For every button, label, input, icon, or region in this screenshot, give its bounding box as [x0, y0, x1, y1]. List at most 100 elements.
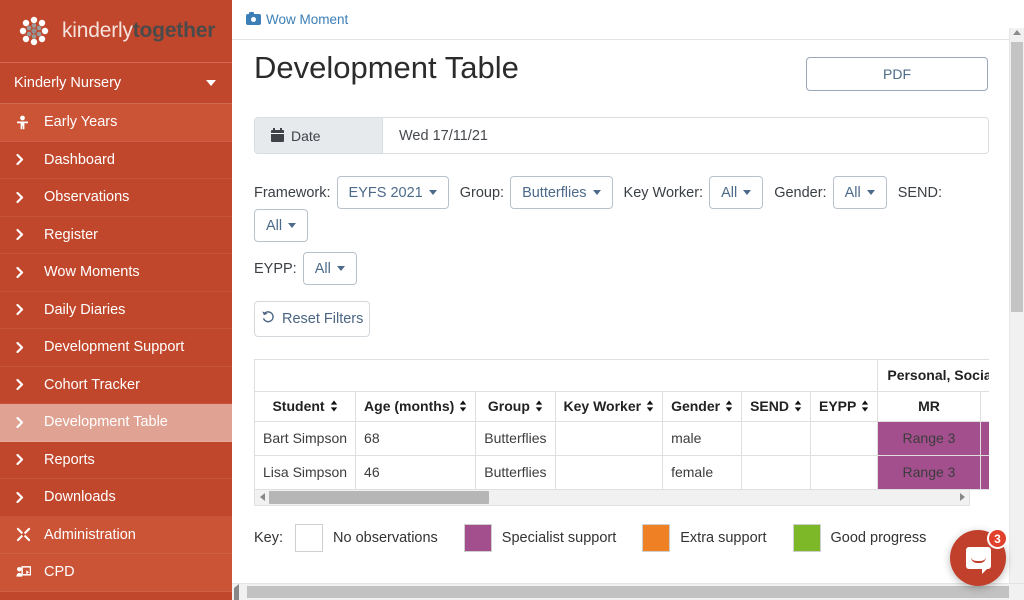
chevron-right-icon: [16, 266, 42, 278]
sidebar-item-label: Dashboard: [44, 151, 115, 168]
reset-filters-button[interactable]: Reset Filters: [254, 301, 371, 337]
sort-toggle-icon[interactable]: [725, 400, 733, 412]
sidebar-item-observations[interactable]: Observations: [0, 179, 232, 217]
page-scroll-left-arrow-icon[interactable]: [234, 584, 239, 600]
filter-dropdown-group[interactable]: Butterflies: [510, 176, 613, 209]
sort-toggle-icon[interactable]: [535, 400, 543, 412]
table-cell-student: Bart Simpson: [255, 421, 357, 456]
filter-label-keyworker: Key Worker:: [623, 184, 704, 201]
table-row[interactable]: Bart Simpson 68 Butterflies male Range 3: [255, 421, 989, 456]
filter-value: All: [721, 184, 738, 201]
caret-down-icon: [428, 190, 437, 195]
sidebar-item-label: Wow Moments: [44, 264, 140, 281]
sidebar-item-label: Development Support: [44, 339, 185, 356]
app-root: kinderlytogether Kinderly Nursery Early …: [0, 0, 1024, 600]
sidebar-item-reports[interactable]: Reports: [0, 442, 232, 479]
sidebar-item-cohort-tracker[interactable]: Cohort Tracker: [0, 367, 232, 404]
table-column-header-group[interactable]: Group: [475, 391, 556, 422]
main-area: Wow Moment Development Table PDF Date We…: [232, 0, 1024, 600]
table-cell-gender: male: [662, 421, 743, 456]
sidebar-item-daily-diaries[interactable]: Daily Diaries: [0, 292, 232, 329]
table-column-header-key-worker[interactable]: Key Worker: [555, 391, 664, 422]
sort-toggle-icon[interactable]: [459, 400, 467, 412]
scroll-up-arrow-icon[interactable]: [1010, 30, 1024, 35]
filter-label-group: Group:: [459, 184, 505, 201]
table-cell-group: Butterflies: [475, 421, 556, 456]
sidebar-item-label: Register: [44, 226, 98, 243]
table-cell-age: 46: [355, 455, 477, 490]
sort-toggle-icon[interactable]: [330, 400, 338, 412]
pdf-button[interactable]: PDF: [806, 57, 988, 91]
table-scrollbar-thumb[interactable]: [269, 490, 489, 504]
legend-label: Key:: [254, 529, 284, 546]
table-column-header-age-months-[interactable]: Age (months): [355, 391, 477, 422]
page-content: Development Table PDF Date Wed 17/11/21 …: [232, 40, 1024, 600]
reset-filters-label: Reset Filters: [282, 311, 364, 327]
sidebar-item-early-years[interactable]: Early Years: [0, 104, 232, 142]
table-cell-next: [980, 421, 989, 456]
scroll-left-arrow-icon[interactable]: [255, 490, 269, 505]
table-column-header-eypp[interactable]: EYPP: [810, 391, 879, 422]
sidebar-item-wow-moments[interactable]: Wow Moments: [0, 254, 232, 292]
date-value[interactable]: Wed 17/11/21: [383, 118, 988, 153]
filter-dropdown-eypp[interactable]: All: [302, 252, 357, 285]
date-field[interactable]: Date Wed 17/11/21: [254, 117, 989, 154]
undo-icon: [261, 310, 275, 328]
table-column-header-gender[interactable]: Gender: [662, 391, 743, 422]
table-column-header-send[interactable]: SEND: [741, 391, 811, 422]
sidebar-item-downloads[interactable]: Downloads: [0, 479, 232, 517]
org-selector[interactable]: Kinderly Nursery: [0, 62, 232, 104]
sort-toggle-icon[interactable]: [794, 400, 802, 412]
table-group-header: Personal, Social a: [877, 360, 989, 392]
table-cell-eypp: [810, 455, 879, 490]
sidebar-item-label: Daily Diaries: [44, 301, 126, 318]
sidebar-item-label: Cohort Tracker: [44, 376, 140, 393]
sidebar-item-dashboard[interactable]: Dashboard: [0, 142, 232, 179]
camera-icon: [246, 11, 261, 25]
filter-dropdown-gender[interactable]: All: [832, 176, 887, 209]
scroll-right-arrow-icon[interactable]: [955, 490, 969, 505]
brand-logo-area[interactable]: kinderlytogether: [0, 0, 232, 62]
sidebar-item-cpd[interactable]: CPD: [0, 554, 232, 592]
chevron-right-icon: [16, 379, 42, 391]
kinderly-dots-logo-icon: [14, 11, 54, 51]
page-vertical-scrollbar-thumb[interactable]: [1011, 42, 1023, 312]
chevron-right-icon: [16, 416, 42, 428]
filter-dropdown-framework[interactable]: EYFS 2021: [336, 176, 449, 209]
legend-swatch: [295, 523, 324, 552]
sort-toggle-icon[interactable]: [861, 400, 869, 412]
table-column-header-label: EYPP: [819, 398, 857, 414]
table-horizontal-scrollbar[interactable]: [254, 489, 970, 506]
development-table-wrapper: Personal, Social a Student Age (months) Gr…: [254, 359, 989, 506]
sidebar-item-label: CPD: [44, 564, 75, 581]
filter-label-eypp: EYPP:: [254, 260, 297, 277]
table-cell-key-worker: [555, 455, 664, 490]
table-column-header-label: Age (months): [364, 398, 455, 414]
table-column-header-student[interactable]: Student: [255, 391, 357, 422]
page-horizontal-scrollbar-thumb[interactable]: [247, 586, 1009, 598]
page-vertical-scrollbar[interactable]: [1009, 28, 1024, 583]
filter-dropdown-keyworker[interactable]: All: [709, 176, 764, 209]
development-table: Personal, Social a Student Age (months) Gr…: [255, 360, 989, 490]
chevron-right-icon: [16, 341, 42, 353]
chat-launcher-button[interactable]: 3: [950, 528, 1008, 586]
sidebar-nav: Early Years Dashboard Observations Register…: [0, 104, 232, 592]
sidebar-item-development-support[interactable]: Development Support: [0, 329, 232, 367]
table-column-header-label: MR: [918, 398, 940, 414]
filter-label-framework: Framework:: [254, 184, 331, 201]
sidebar-item-administration[interactable]: Administration: [0, 516, 232, 554]
table-cell-age: 68: [355, 421, 477, 456]
sidebar-item-development-table[interactable]: Development Table: [0, 404, 232, 442]
sidebar-item-register[interactable]: Register: [0, 217, 232, 254]
page-horizontal-scrollbar[interactable]: [232, 583, 1024, 600]
table-scroll-clip: Personal, Social a Student Age (months) Gr…: [254, 359, 989, 490]
legend-item-label: Specialist support: [501, 529, 617, 546]
table-cell-group: Butterflies: [475, 455, 556, 490]
table-row[interactable]: Lisa Simpson 46 Butterflies female Range 3: [255, 455, 989, 490]
sort-toggle-icon[interactable]: [646, 400, 654, 412]
legend-item: Good progress: [792, 523, 926, 552]
chevron-right-icon: [16, 191, 42, 203]
table-column-header: [980, 391, 989, 422]
filter-dropdown-send[interactable]: All: [254, 209, 309, 242]
wow-moment-link[interactable]: Wow Moment: [246, 11, 348, 27]
